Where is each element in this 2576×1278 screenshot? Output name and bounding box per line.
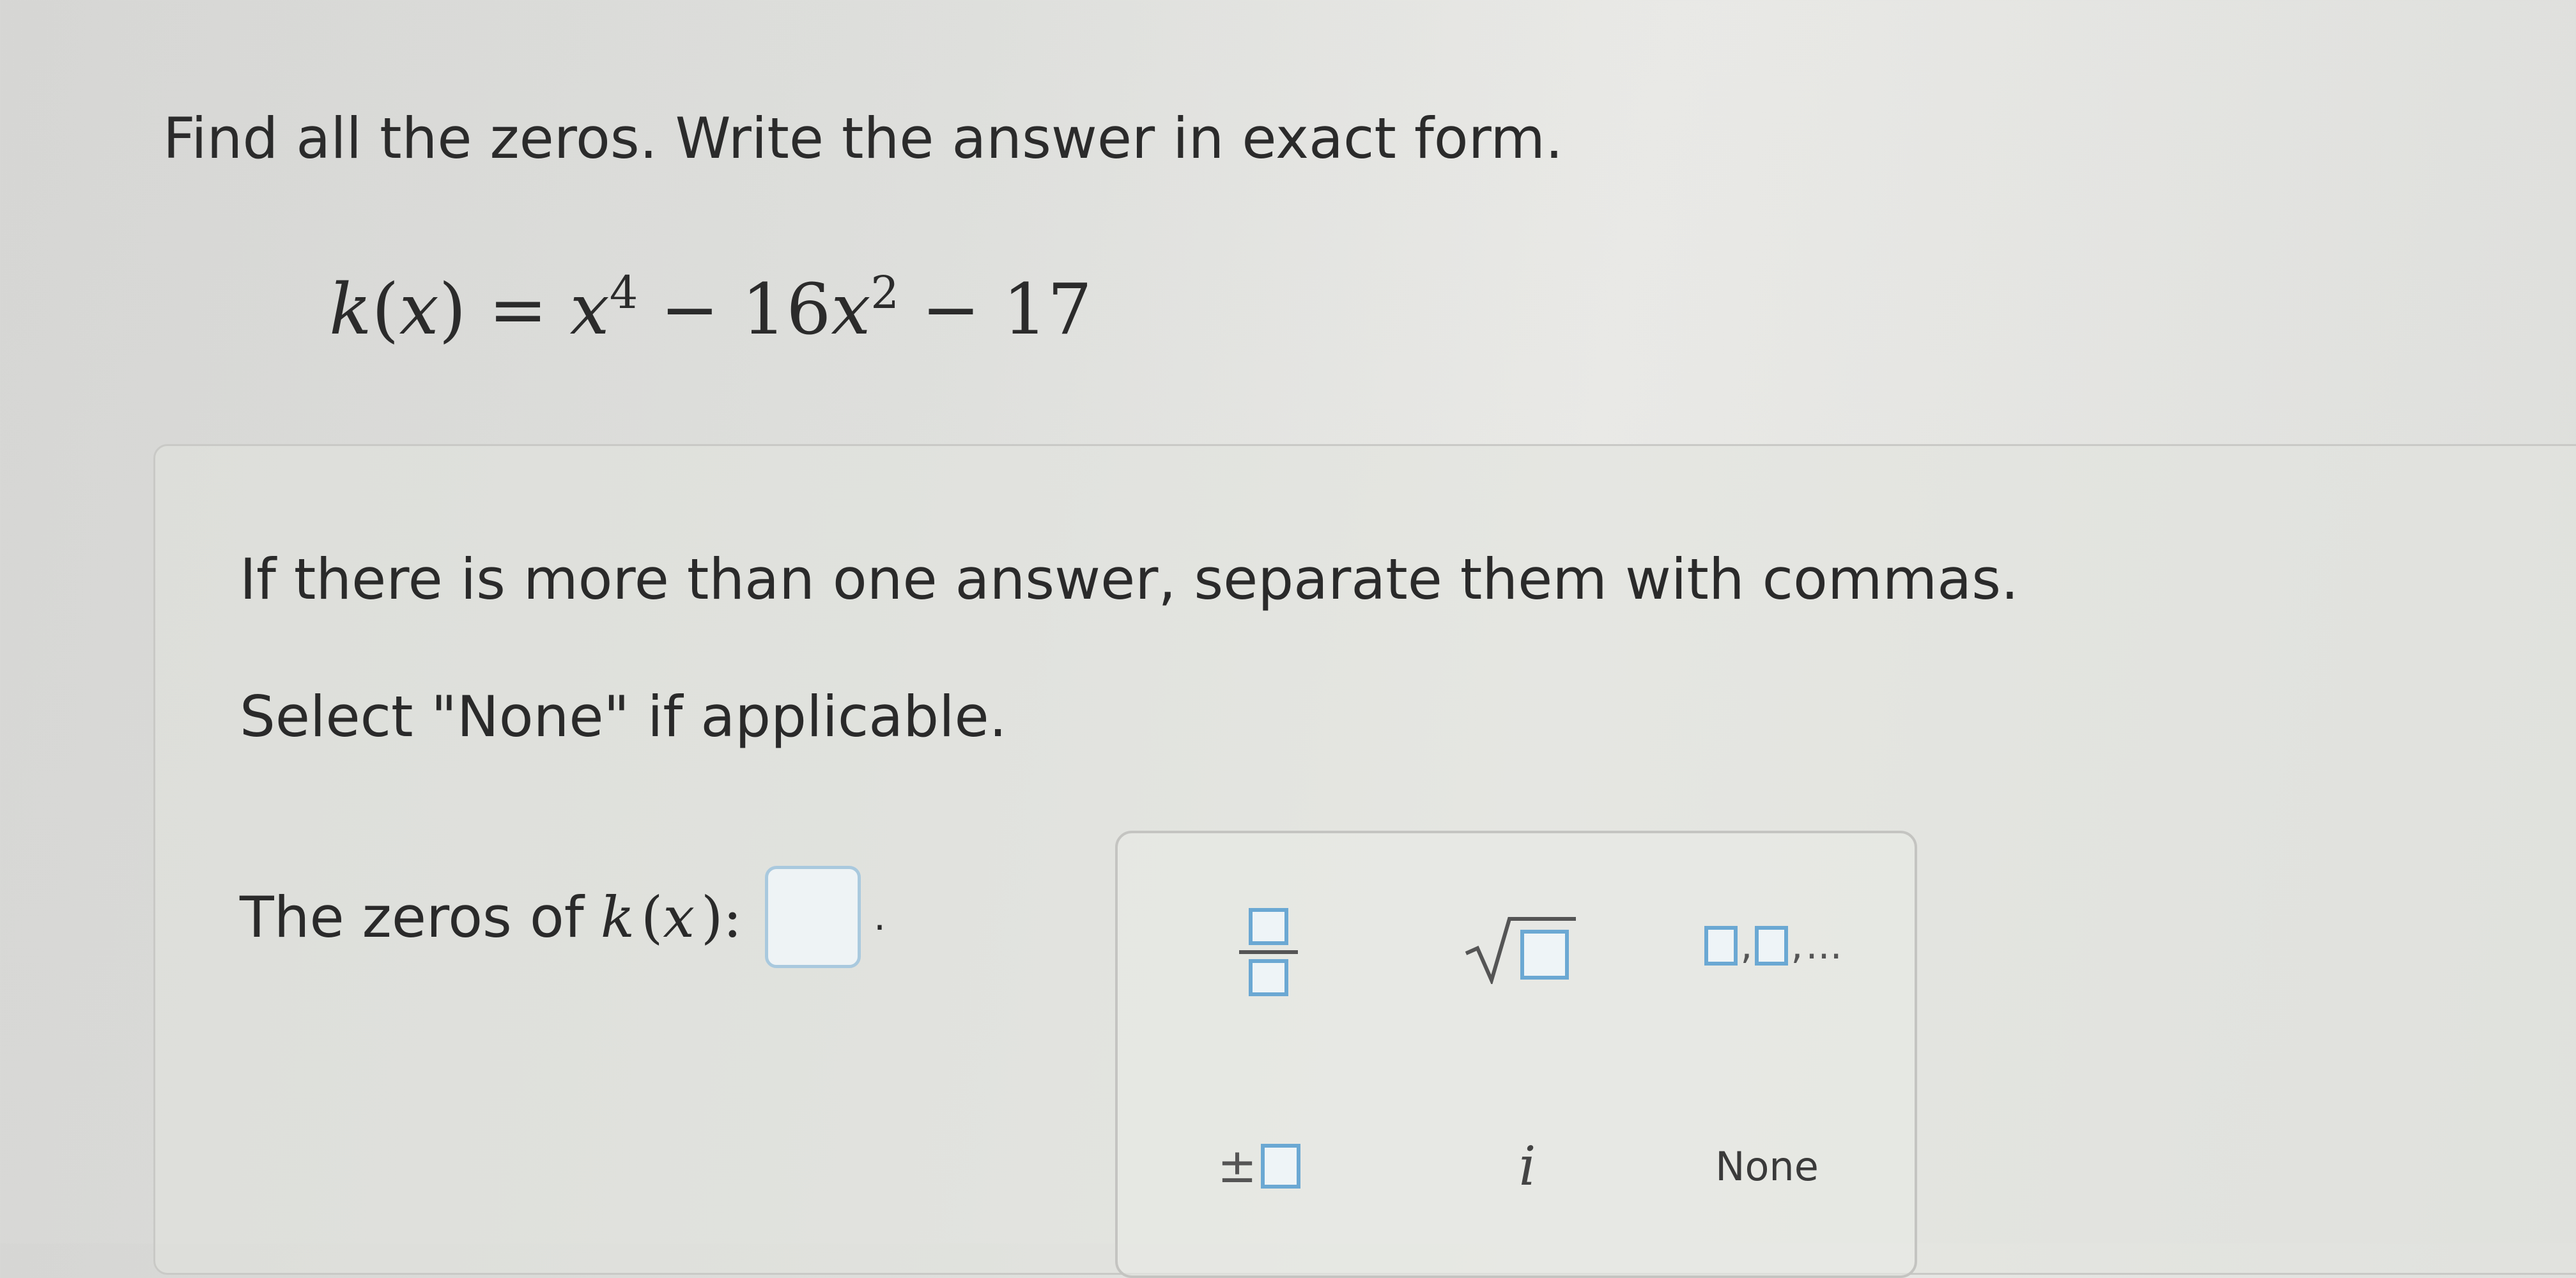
imaginary-unit-icon: i — [1518, 1135, 1536, 1197]
plus-minus-icon: ± — [1217, 1139, 1257, 1194]
list-first-box-icon — [1704, 926, 1738, 966]
equation-term1-exponent: 4 — [609, 266, 638, 319]
fraction-numerator-icon — [1249, 908, 1288, 945]
equation-function-name: k — [329, 268, 372, 350]
none-button[interactable]: None — [1687, 1128, 1847, 1205]
equation-close-paren: ) — [438, 268, 467, 350]
list-ellipsis: ... — [1805, 923, 1842, 968]
list-button[interactable]: , , ... — [1687, 907, 1860, 984]
answer-period: . — [874, 895, 886, 939]
list-second-box-icon — [1755, 926, 1789, 966]
plus-minus-button[interactable]: ± — [1201, 1125, 1316, 1208]
hint-select-none: Select "None" if applicable. — [240, 684, 1007, 750]
square-root-button[interactable] — [1457, 904, 1585, 994]
equation-term1-variable: x — [569, 268, 610, 350]
equation-minus-16: − 16 — [638, 268, 831, 350]
fraction-bar-icon — [1239, 950, 1298, 954]
equation-minus-17: − 17 — [899, 268, 1092, 350]
question-instruction: Find all the zeros. Write the answer in … — [163, 105, 1563, 171]
zeros-prompt-function: k — [600, 884, 635, 950]
equation: k(x) = x4 − 16x2 − 17 — [329, 266, 1092, 350]
plus-minus-box-icon — [1261, 1144, 1300, 1189]
question-page: Find all the zeros. Write the answer in … — [0, 0, 2576, 1278]
square-root-icon — [1465, 917, 1576, 984]
fraction-denominator-icon — [1249, 959, 1288, 996]
zeros-prompt-argument: x — [663, 884, 695, 950]
zeros-prompt-close-paren: ): — [701, 884, 742, 950]
equation-argument: x — [399, 268, 439, 350]
equation-term2-exponent: 2 — [870, 266, 899, 319]
equation-term2-variable: x — [831, 268, 871, 350]
fraction-button[interactable] — [1221, 888, 1316, 1016]
zeros-answer-input[interactable] — [765, 866, 861, 968]
zeros-prompt: The zeros of k (x): . — [240, 866, 886, 968]
hint-multiple-answers: If there is more than one answer, separa… — [240, 546, 2019, 612]
zeros-prompt-open-paren: ( — [641, 884, 663, 950]
equation-equals: = — [466, 268, 570, 350]
equation-open-paren: ( — [371, 268, 399, 350]
zeros-prompt-label: The zeros of — [240, 884, 584, 950]
imaginary-unit-button[interactable]: i — [1495, 1125, 1559, 1208]
none-button-label: None — [1715, 1143, 1819, 1190]
